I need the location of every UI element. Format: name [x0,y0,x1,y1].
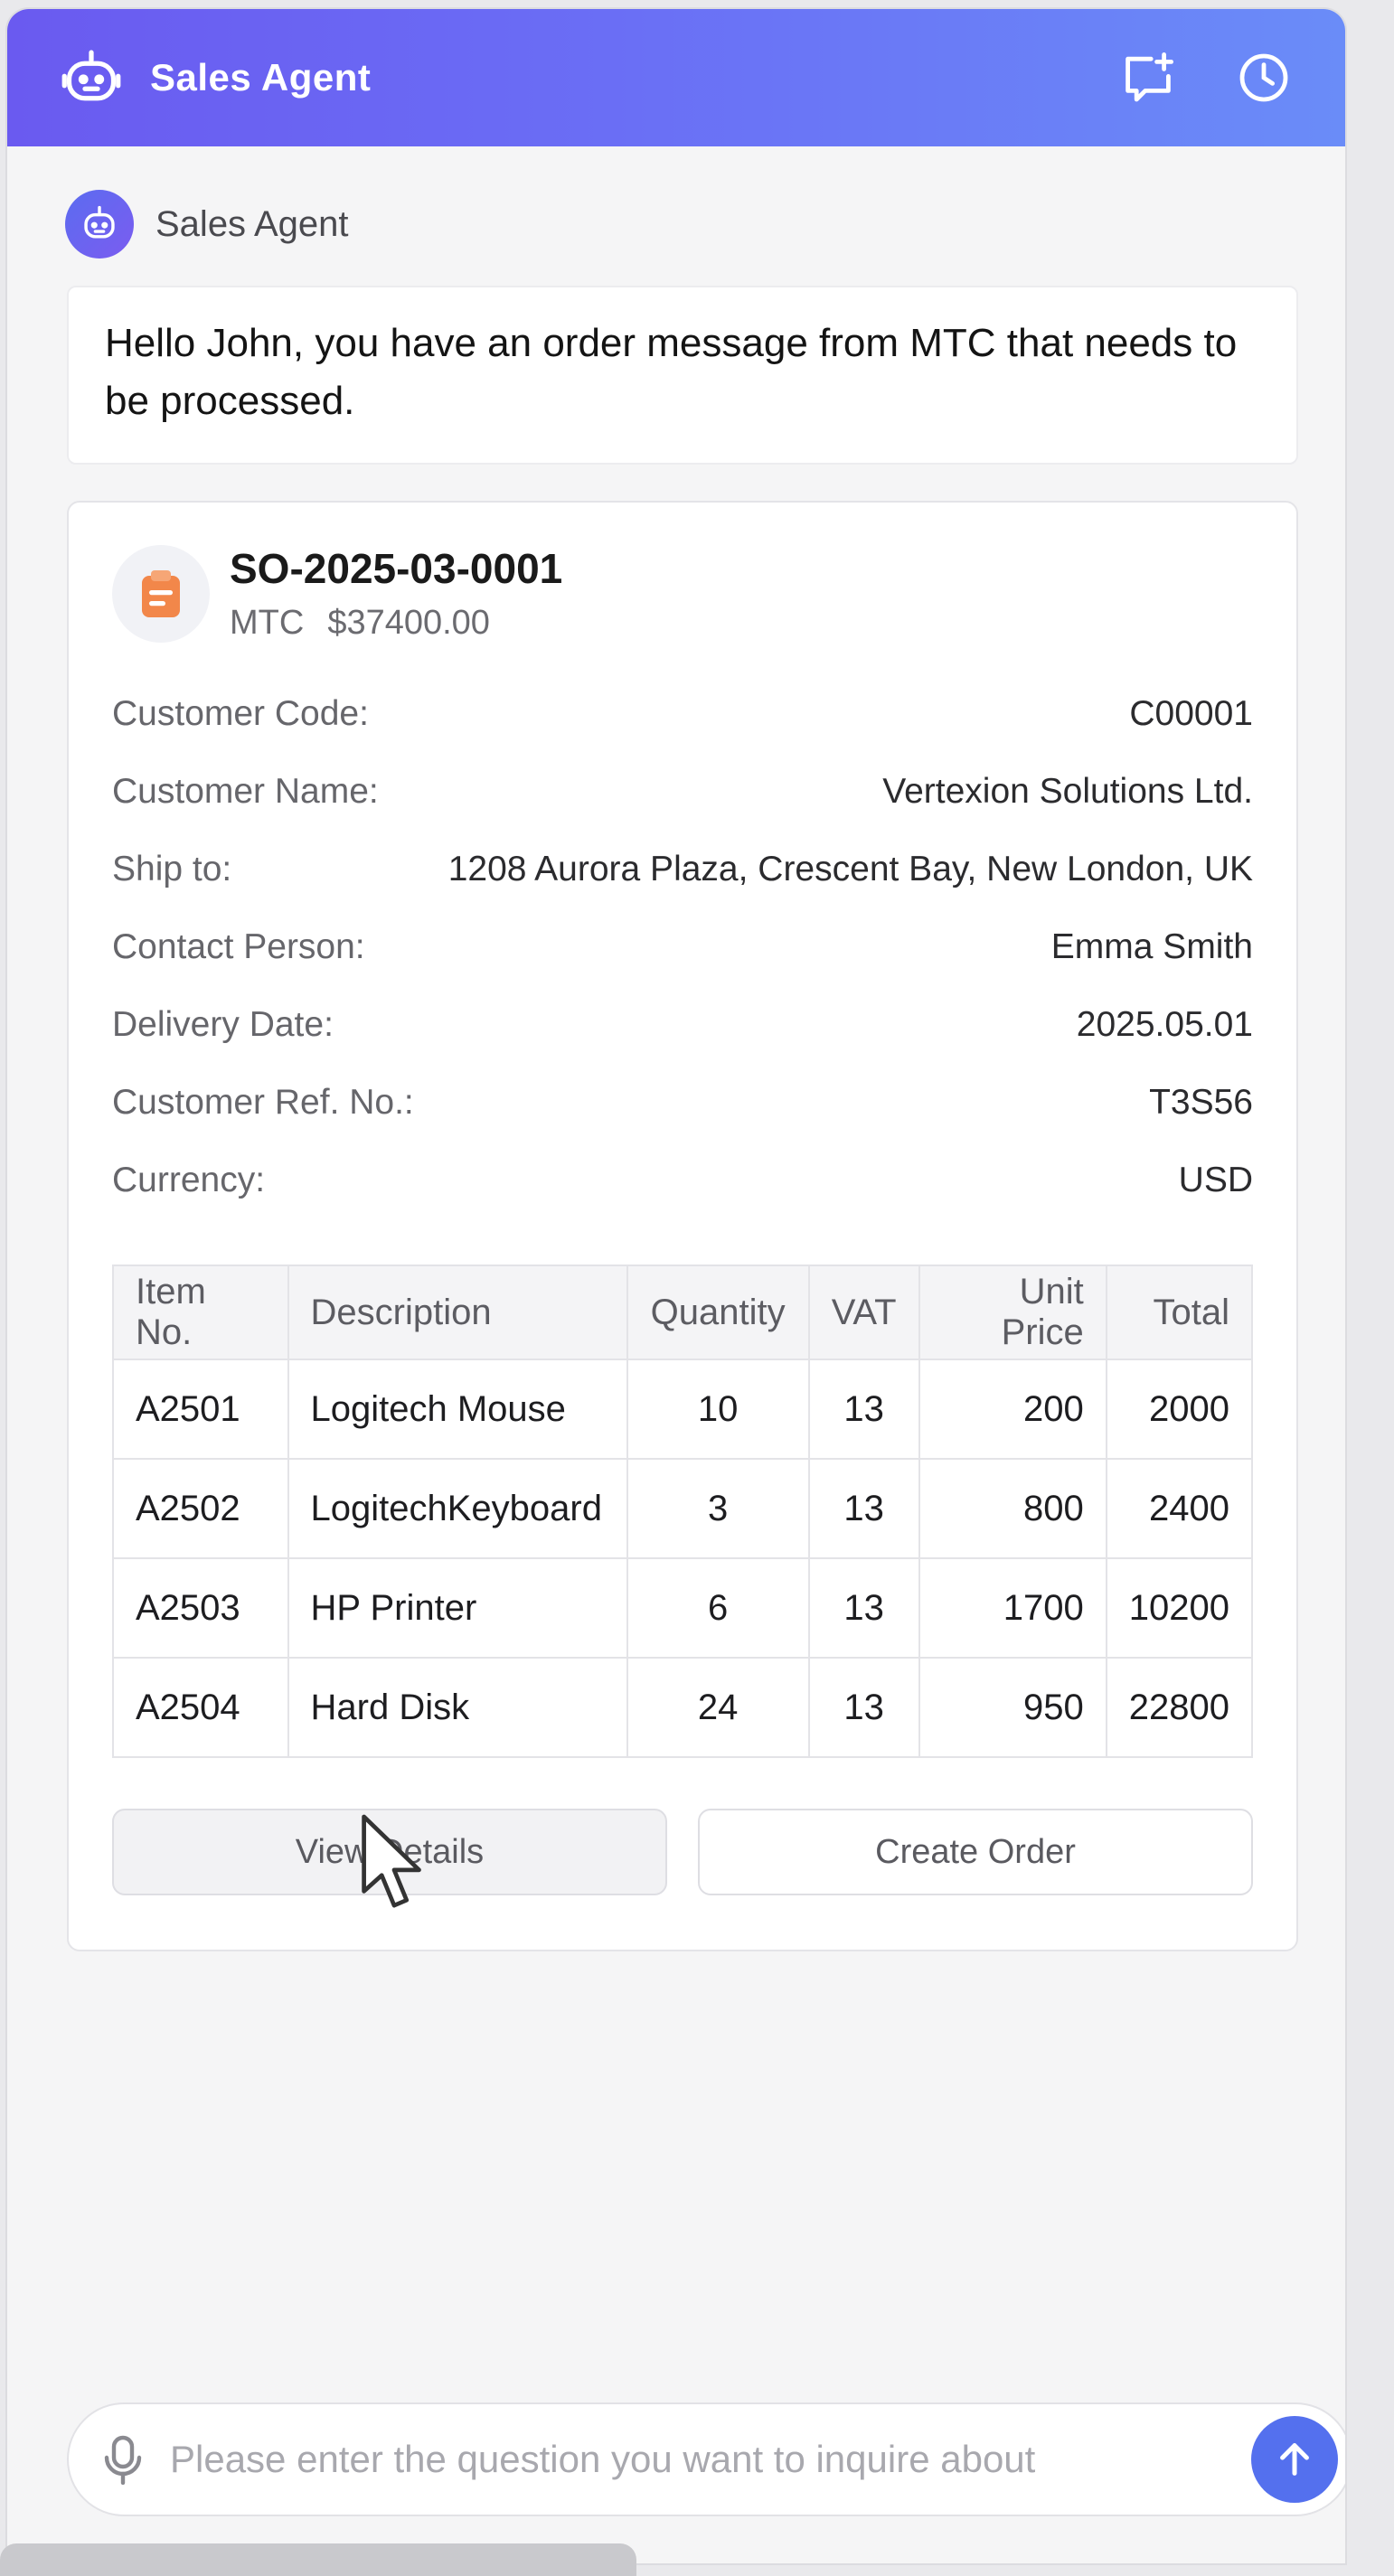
question-input[interactable] [170,2438,1251,2481]
order-amount: $37400.00 [327,604,490,642]
field-label: Ship to: [112,850,232,888]
table-cell: 22800 [1105,1657,1254,1758]
table-cell: 800 [918,1458,1107,1559]
new-chat-icon[interactable] [1119,49,1177,107]
column-header: Total [1105,1264,1254,1360]
table-row: A2504 Hard Disk 24 13 950 22800 [112,1657,1254,1758]
table-cell: A2501 [112,1359,289,1460]
table-cell: 24 [626,1657,810,1758]
table-cell: 2400 [1105,1458,1254,1559]
order-items-table: Item No. Description Quantity VAT Unit P… [112,1264,1254,1758]
table-cell: Hard Disk [287,1657,628,1758]
order-company: MTC [230,604,305,642]
table-cell: 6 [626,1557,810,1659]
order-fields: Customer Code: C00001 Customer Name: Ver… [112,675,1253,1219]
field-currency: Currency: USD [112,1142,1253,1219]
column-header: VAT [807,1264,920,1360]
column-header: Quantity [626,1264,810,1360]
field-label: Currency: [112,1161,266,1199]
table-cell: 13 [807,1359,920,1460]
table-cell: Logitech Mouse [287,1359,628,1460]
agent-message: Hello John, you have an order message fr… [67,286,1298,465]
order-number: SO-2025-03-0001 [230,545,563,592]
table-row: A2503 HP Printer 6 13 1700 10200 [112,1557,1254,1659]
microphone-icon[interactable] [103,2434,143,2486]
table-cell: 2000 [1105,1359,1254,1460]
taskbar-strip [0,2543,636,2576]
table-row: A2502 LogitechKeyboard 3 13 800 2400 [112,1458,1254,1559]
field-value: 2025.05.01 [1076,1005,1253,1044]
table-cell: 10 [626,1359,810,1460]
header-title: Sales Agent [150,56,372,99]
agent-name: Sales Agent [155,203,349,244]
table-row: A2501 Logitech Mouse 10 13 200 2000 [112,1359,1254,1460]
field-label: Customer Code: [112,694,369,733]
chat-input-bar [67,2402,1345,2516]
field-value: Emma Smith [1050,927,1253,966]
create-order-button[interactable]: Create Order [698,1809,1253,1895]
field-ship-to: Ship to: 1208 Aurora Plaza, Crescent Bay… [112,831,1253,908]
field-customer-code: Customer Code: C00001 [112,675,1253,753]
table-cell: 200 [918,1359,1107,1460]
table-cell: HP Printer [287,1557,628,1659]
table-cell: A2503 [112,1557,289,1659]
field-label: Contact Person: [112,927,365,966]
agent-row: Sales Agent [65,190,1345,259]
field-customer-ref: Customer Ref. No.: T3S56 [112,1064,1253,1142]
chat-window: Sales Agent Sales Agent Hello John, you … [5,7,1347,2565]
field-label: Customer Name: [112,772,379,811]
table-header-row: Item No. Description Quantity VAT Unit P… [112,1264,1254,1360]
order-card-header: SO-2025-03-0001 MTC $37400.00 [112,544,1253,643]
field-value: C00001 [1129,694,1253,733]
table-cell: A2502 [112,1458,289,1559]
view-details-button[interactable]: View Details [112,1809,667,1895]
header-bar: Sales Agent [7,9,1345,146]
field-value: 1208 Aurora Plaza, Crescent Bay, New Lon… [447,850,1253,888]
order-actions: View Details Create Order [112,1809,1253,1895]
table-cell: 13 [807,1458,920,1559]
table-cell: A2504 [112,1657,289,1758]
table-cell: 10200 [1105,1557,1254,1659]
order-summary: MTC $37400.00 [230,604,562,643]
field-delivery-date: Delivery Date: 2025.05.01 [112,986,1253,1064]
column-header: Unit Price [918,1264,1107,1360]
field-value: T3S56 [1149,1083,1253,1122]
field-value: Vertexion Solutions Ltd. [882,772,1253,811]
robot-icon [60,46,123,109]
table-cell: 950 [918,1657,1107,1758]
field-customer-name: Customer Name: Vertexion Solutions Ltd. [112,753,1253,831]
history-icon[interactable] [1235,49,1293,107]
column-header: Description [287,1264,628,1360]
document-icon [112,544,210,643]
send-button[interactable] [1251,2416,1338,2503]
agent-avatar [65,190,134,259]
table-cell: 13 [807,1557,920,1659]
field-value: USD [1178,1161,1253,1199]
order-card: SO-2025-03-0001 MTC $37400.00 Customer Co… [67,501,1298,1951]
column-header: Item No. [112,1264,289,1360]
field-label: Delivery Date: [112,1005,334,1044]
table-cell: 3 [626,1458,810,1559]
field-contact-person: Contact Person: Emma Smith [112,908,1253,986]
table-cell: LogitechKeyboard [287,1458,628,1559]
field-label: Customer Ref. No.: [112,1083,414,1122]
table-cell: 1700 [918,1557,1107,1659]
table-cell: 13 [807,1657,920,1758]
